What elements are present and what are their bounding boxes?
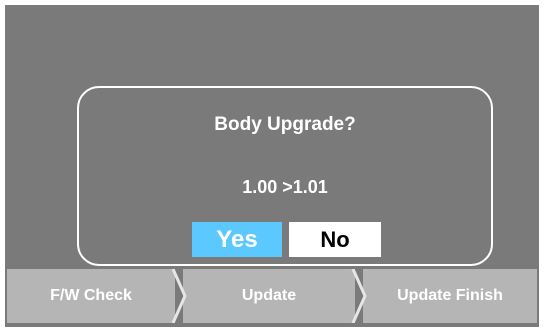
chevron-right-icon [171,269,187,323]
step-update-finish: Update Finish [363,269,537,323]
step-fw-check: F/W Check [7,269,175,323]
chevron-right-icon [351,269,367,323]
step-update: Update [183,269,355,323]
no-button[interactable]: No [289,222,381,257]
dialog-title: Body Upgrade? [214,114,356,135]
device-screen: Body Upgrade? 1.00 >1.01 Yes No F/W Chec… [5,5,539,327]
upgrade-dialog: Body Upgrade? 1.00 >1.01 Yes No [77,86,493,266]
yes-button[interactable]: Yes [192,222,282,257]
version-change-text: 1.00 >1.01 [242,177,328,197]
progress-steps: F/W Check Update Update Finish [5,269,539,323]
